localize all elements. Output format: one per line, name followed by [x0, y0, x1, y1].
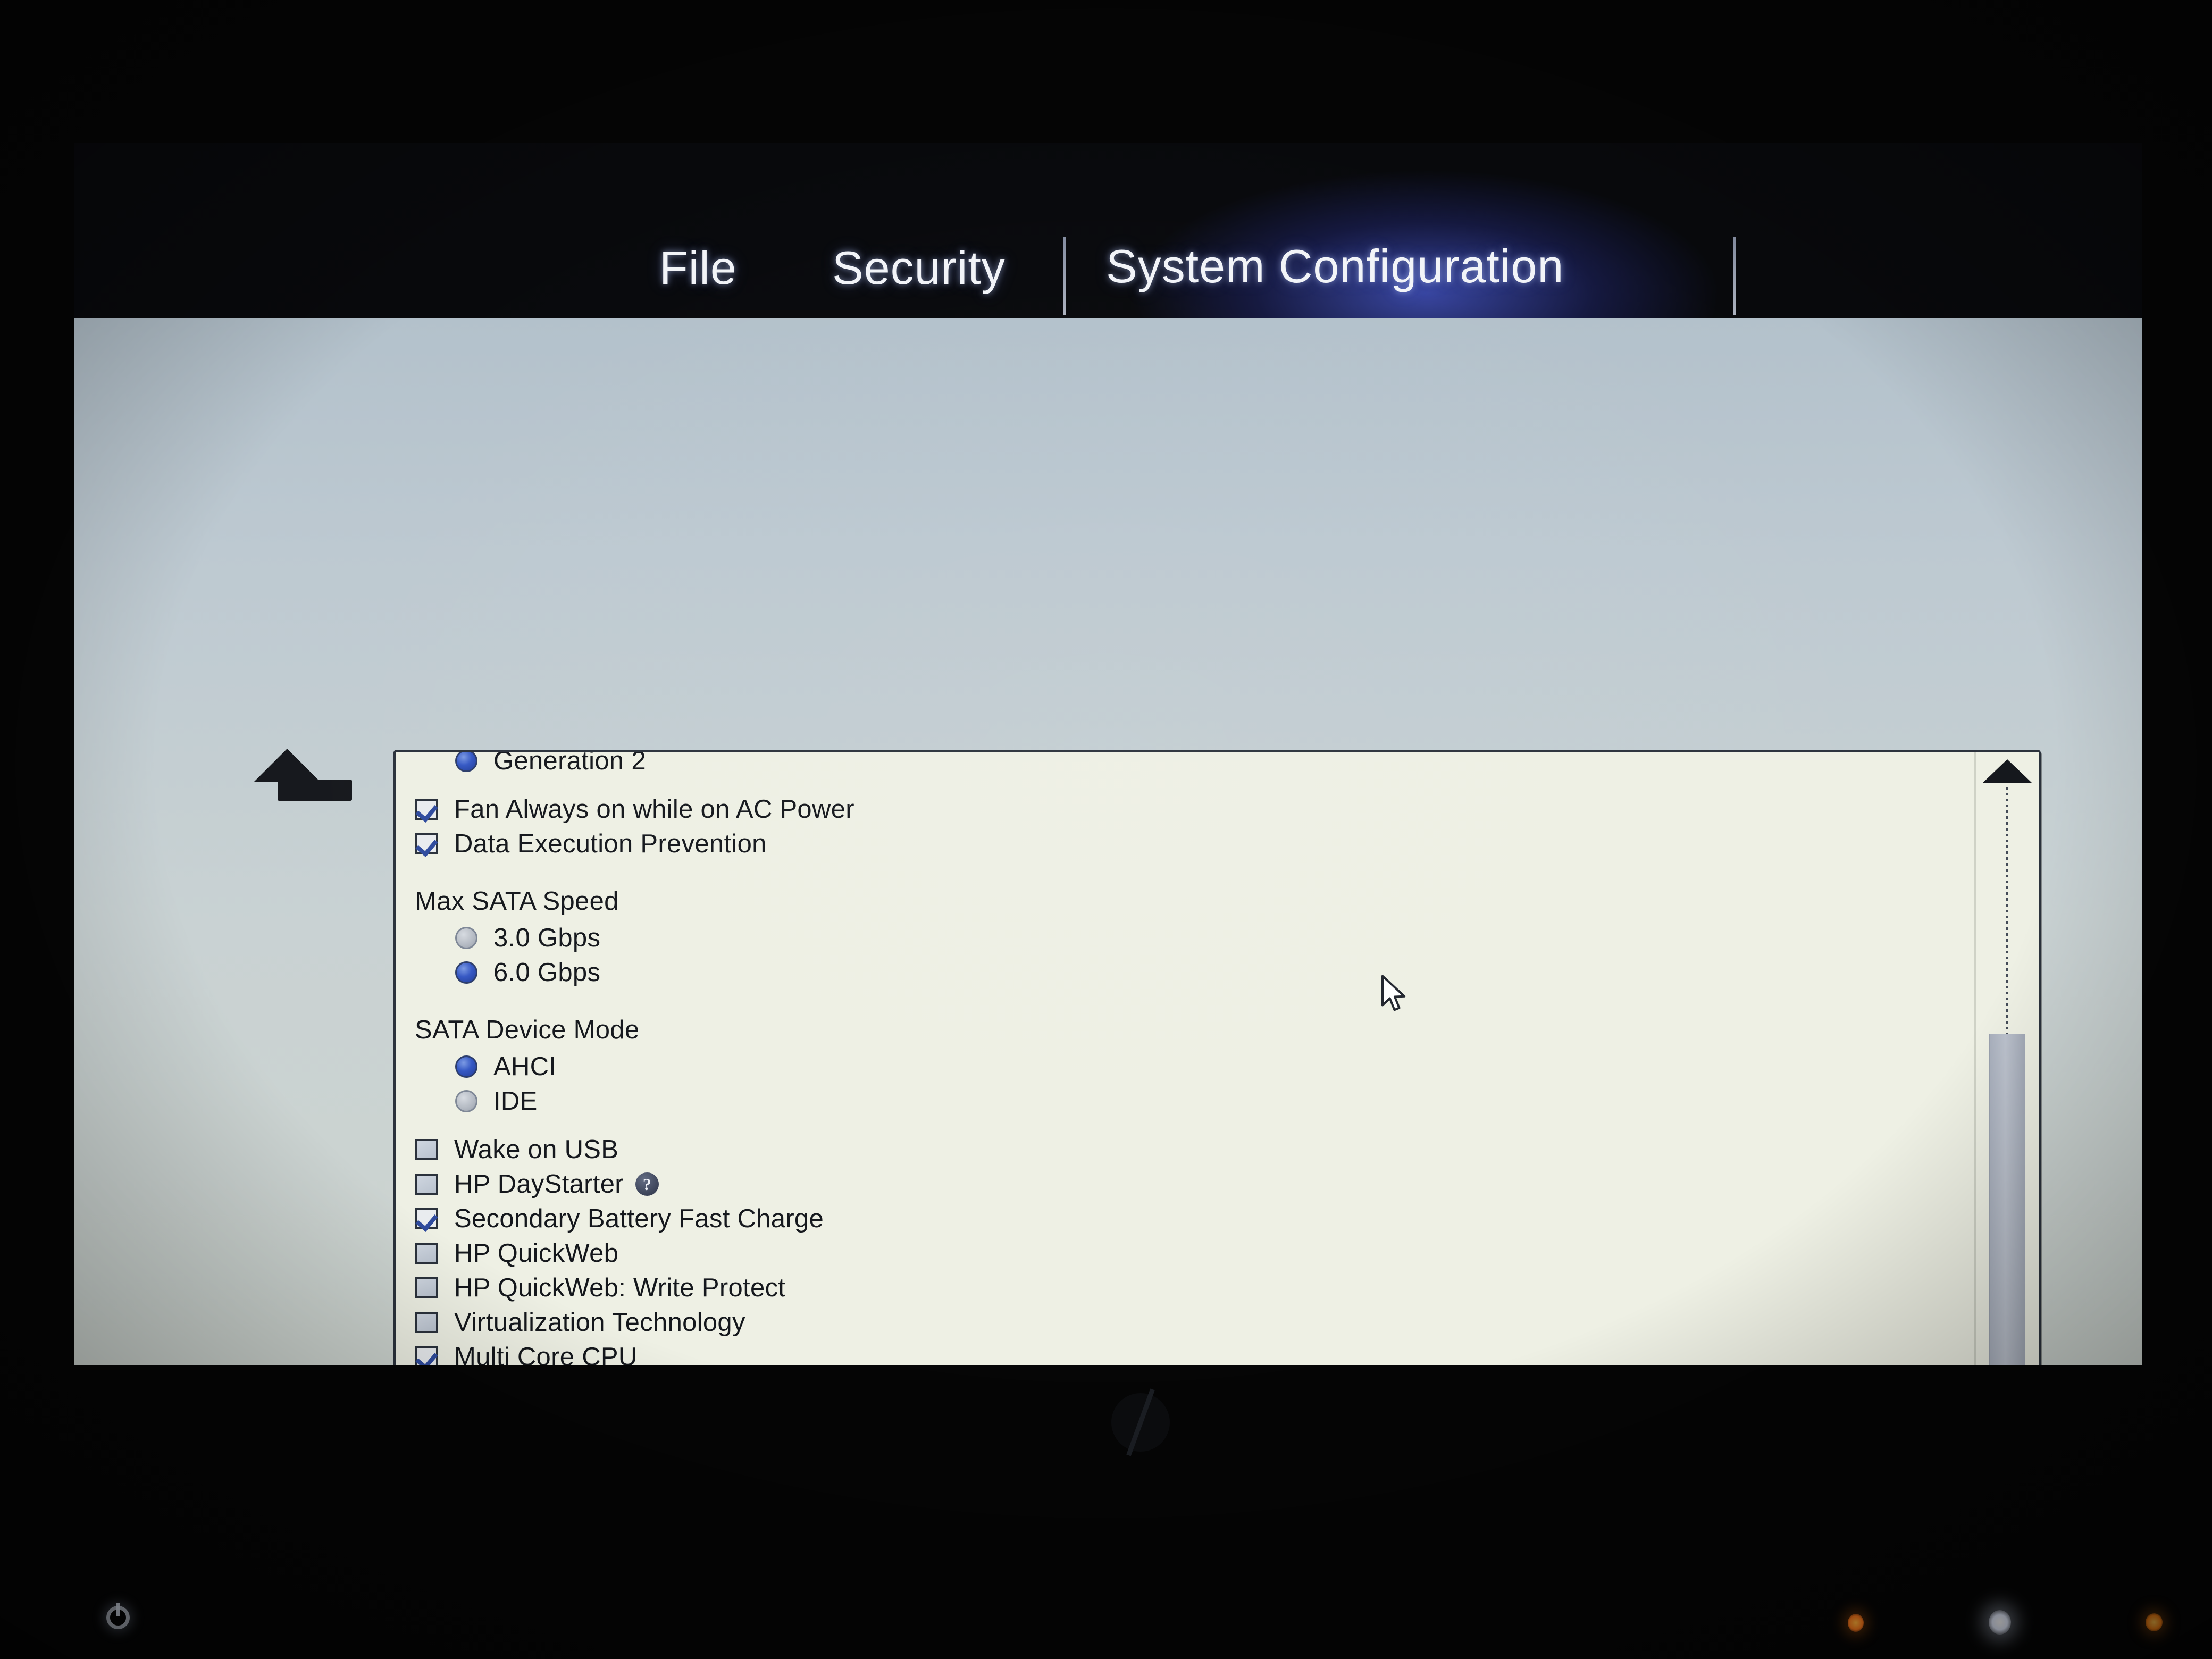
menu-items: File Security System Configuration	[74, 143, 2142, 318]
radio-unselected[interactable]	[455, 1090, 477, 1112]
checkbox-checked[interactable]	[415, 798, 438, 820]
settings-row[interactable]: Data Execution Prevention	[396, 826, 1976, 861]
wireless-led-icon	[1989, 1610, 2011, 1635]
settings-row[interactable]: 6.0 Gbps	[396, 955, 1976, 990]
drive-activity-led-icon	[2146, 1613, 2163, 1631]
settings-row-label: 6.0 Gbps	[493, 958, 601, 987]
scrollbar[interactable]	[1974, 752, 2039, 1365]
power-led-bar	[116, 1603, 120, 1616]
scrollbar-thumb[interactable]	[1989, 1034, 2025, 1365]
bezel-logo-slash	[1126, 1388, 1155, 1456]
settings-row[interactable]: Fan Always on while on AC Power	[396, 792, 1976, 826]
settings-row-label: HP QuickWeb	[454, 1238, 619, 1268]
back-arrow-stem	[278, 780, 352, 801]
menu-bar: File Security System Configuration	[74, 143, 2142, 318]
radio-selected[interactable]	[455, 1055, 477, 1078]
settings-row-label: Max SATA Speed	[415, 887, 619, 916]
settings-row-label: Fan Always on while on AC Power	[454, 794, 854, 824]
settings-row[interactable]: Wake on USB	[396, 1132, 1976, 1167]
checkbox-unchecked[interactable]	[415, 1311, 438, 1333]
settings-group-header: Max SATA Speed	[396, 882, 1976, 920]
settings-list: Generation 2 Fan Always on while on AC Po…	[396, 750, 1976, 1365]
mouse-cursor	[1381, 975, 1406, 1011]
checkbox-unchecked[interactable]	[415, 1173, 438, 1195]
bezel-hp-logo	[1111, 1388, 1170, 1456]
settings-row[interactable]: Multi Core CPU	[396, 1339, 1976, 1365]
settings-row-label: Generation 2	[493, 750, 646, 775]
checkbox-unchecked[interactable]	[415, 1242, 438, 1264]
settings-row[interactable]: IDE	[396, 1084, 1976, 1118]
settings-row-label: AHCI	[493, 1052, 557, 1081]
settings-row[interactable]: HP QuickWeb: Write Protect	[396, 1270, 1976, 1305]
power-led-icon	[106, 1603, 130, 1629]
checkbox-checked[interactable]	[415, 1346, 438, 1365]
settings-row[interactable]: Virtualization Technology	[396, 1305, 1976, 1339]
checkbox-checked[interactable]	[415, 1208, 438, 1229]
menu-item-file[interactable]: File	[659, 241, 737, 295]
bios-screen: File Security System Configuration Gener…	[74, 143, 2142, 1365]
settings-row-label: SATA Device Mode	[415, 1016, 640, 1044]
settings-row-label: Data Execution Prevention	[454, 829, 767, 858]
radio-selected[interactable]	[455, 961, 477, 984]
settings-list-panel: Generation 2 Fan Always on while on AC Po…	[393, 750, 2041, 1365]
settings-row-label: Wake on USB	[454, 1135, 619, 1164]
checkbox-checked[interactable]	[415, 833, 438, 854]
battery-led-icon	[1848, 1614, 1864, 1632]
settings-row[interactable]: Secondary Battery Fast Charge	[396, 1201, 1976, 1236]
settings-row-label: 3.0 Gbps	[493, 923, 601, 952]
menu-item-security[interactable]: Security	[832, 241, 1006, 295]
settings-row-label: HP DayStarter	[454, 1169, 624, 1199]
settings-row-label: IDE	[493, 1086, 538, 1116]
main-panel: Generation 2 Fan Always on while on AC Po…	[74, 318, 2142, 1365]
settings-row[interactable]: HP DayStarter?	[396, 1167, 1976, 1201]
settings-row[interactable]: 3.0 Gbps	[396, 920, 1976, 955]
settings-row-label: Virtualization Technology	[454, 1308, 745, 1337]
settings-row[interactable]: AHCI	[396, 1049, 1976, 1084]
settings-row-label: Multi Core CPU	[454, 1342, 638, 1366]
menu-item-system-configuration[interactable]: System Configuration	[1106, 239, 1564, 294]
radio-unselected[interactable]	[455, 926, 477, 949]
back-arrow-icon[interactable]	[250, 749, 352, 812]
settings-group-header: SATA Device Mode	[396, 1011, 1976, 1049]
settings-row[interactable]: HP QuickWeb	[396, 1236, 1976, 1270]
settings-row-label: HP QuickWeb: Write Protect	[454, 1273, 786, 1302]
settings-row[interactable]: Generation 2	[396, 750, 1976, 778]
checkbox-unchecked[interactable]	[415, 1277, 438, 1298]
laptop-photo: File Security System Configuration Gener…	[0, 0, 2212, 1659]
settings-row-label: Secondary Battery Fast Charge	[454, 1204, 824, 1233]
radio-selected[interactable]	[455, 752, 477, 772]
scroll-up-arrow-icon[interactable]	[1983, 759, 2032, 783]
help-icon[interactable]: ?	[635, 1172, 659, 1196]
checkbox-unchecked[interactable]	[415, 1138, 438, 1160]
